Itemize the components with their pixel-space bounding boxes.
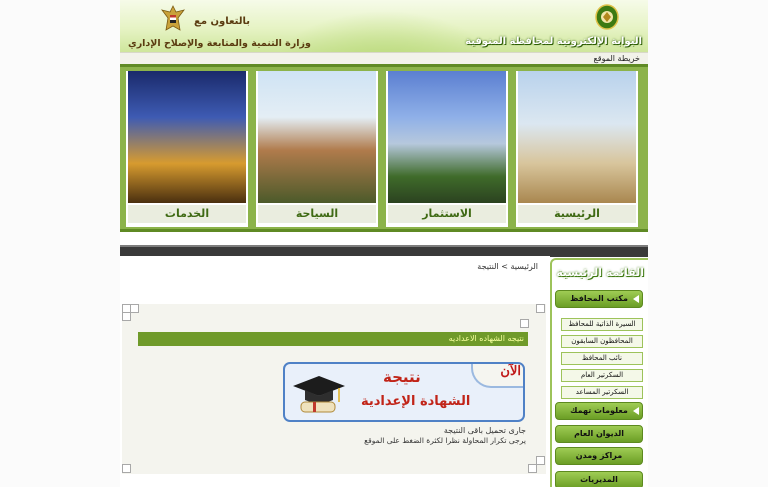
investment-photo	[388, 71, 506, 203]
submenu-governor-bio[interactable]: السيرة الذاتية للمحافظ	[561, 318, 643, 331]
site-container: البوابة الإلكترونية لمحافظة المنوفية بال…	[120, 0, 648, 487]
banner-tile-label: الخدمات	[128, 205, 246, 223]
banner-tile-home[interactable]: الرئيسية	[516, 71, 638, 227]
broken-image-icon	[122, 312, 131, 321]
home-photo	[518, 71, 636, 203]
menu-arrow-icon	[633, 295, 639, 303]
graduation-cap-icon	[293, 376, 345, 413]
now-badge: الآن	[471, 364, 523, 388]
left-page-background	[0, 0, 120, 487]
broken-image-icon	[528, 464, 537, 473]
now-label: الآن	[500, 364, 521, 379]
banner-tile-label: الاستثمار	[388, 205, 506, 223]
menu-label: معلومات تهمك	[570, 406, 628, 415]
governorate-emblem-icon[interactable]	[594, 3, 620, 33]
right-page-background	[648, 0, 768, 487]
menu-label: الديوان العام	[574, 429, 624, 438]
menu-useful-info[interactable]: معلومات تهمك	[555, 402, 643, 420]
menu-label: مكتب المحافظ	[570, 294, 628, 303]
result-heading-bar: نتيجه الشهاده الاعداديه	[138, 332, 528, 346]
portal-title[interactable]: البوابة الإلكترونية لمحافظة المنوفية	[465, 36, 642, 47]
banner-tile-tourism[interactable]: السياحة	[256, 71, 378, 227]
broken-image-icon	[536, 304, 545, 313]
breadcrumb[interactable]: الرئيسية > النتيجة	[477, 262, 538, 271]
ministry-label[interactable]: وزارة التنمية والمتابعة والإصلاح الإداري	[128, 38, 311, 49]
broken-image-icon	[130, 304, 139, 313]
photo-banner: الخدمات السياحة الاستثمار الرئيسية	[120, 64, 648, 232]
banner-tile-label: السياحة	[258, 205, 376, 223]
submenu-assistant-secretary[interactable]: السكرتير المساعد	[561, 386, 643, 399]
broken-image-icon	[536, 456, 545, 465]
certificate-label: الشهادة الإعدادية	[361, 394, 471, 409]
result-heading: نتيجه الشهاده الاعداديه	[448, 334, 524, 343]
result-word: نتيجة	[383, 368, 421, 386]
banner-tile-investment[interactable]: الاستثمار	[386, 71, 508, 227]
menu-arrow-icon	[633, 407, 639, 415]
menu-directorates[interactable]: المديريات	[555, 471, 643, 487]
loading-message: جارى تحميل باقى النتيجة	[443, 426, 526, 435]
main-content: الرئيسية > النتيجة نتيجه الشهاده الاعداد…	[120, 256, 550, 487]
banner-tile-services[interactable]: الخدمات	[126, 71, 248, 227]
result-announcement-banner[interactable]: الآن نتيجة الشهادة الإعدادية	[283, 362, 525, 422]
result-panel: نتيجه الشهاده الاعداديه الآن نتيجة الشها…	[122, 304, 546, 474]
services-photo	[128, 71, 246, 203]
retry-message: يرجى تكرار المحاولة نظرا لكثرة الضغط على…	[364, 436, 526, 445]
cooperation-label: بالتعاون مع	[194, 16, 251, 27]
header: البوابة الإلكترونية لمحافظة المنوفية بال…	[120, 0, 648, 52]
menu-governor-office[interactable]: مكتب المحافظ	[555, 290, 643, 308]
tourism-photo	[258, 71, 376, 203]
egypt-eagle-emblem-icon	[161, 5, 185, 31]
broken-image-icon	[520, 319, 529, 328]
sidebar-title: القائمة الرئيسية	[556, 266, 644, 279]
menu-label: المديريات	[580, 475, 618, 484]
menu-centers-cities[interactable]: مراكز ومدن	[555, 447, 643, 465]
banner-tile-label: الرئيسية	[518, 205, 636, 223]
submenu-deputy-governor[interactable]: نائب المحافظ	[561, 352, 643, 365]
menu-label: مراكز ومدن	[575, 451, 623, 460]
sidebar: القائمة الرئيسية مكتب المحافظ السيرة الذ…	[550, 258, 648, 487]
broken-image-icon	[122, 464, 131, 473]
submenu-former-governors[interactable]: المحافظون السابقون	[561, 335, 643, 348]
menu-general-diwan[interactable]: الديوان العام	[555, 425, 643, 443]
submenu-secretary-general[interactable]: السكرتير العام	[561, 369, 643, 382]
